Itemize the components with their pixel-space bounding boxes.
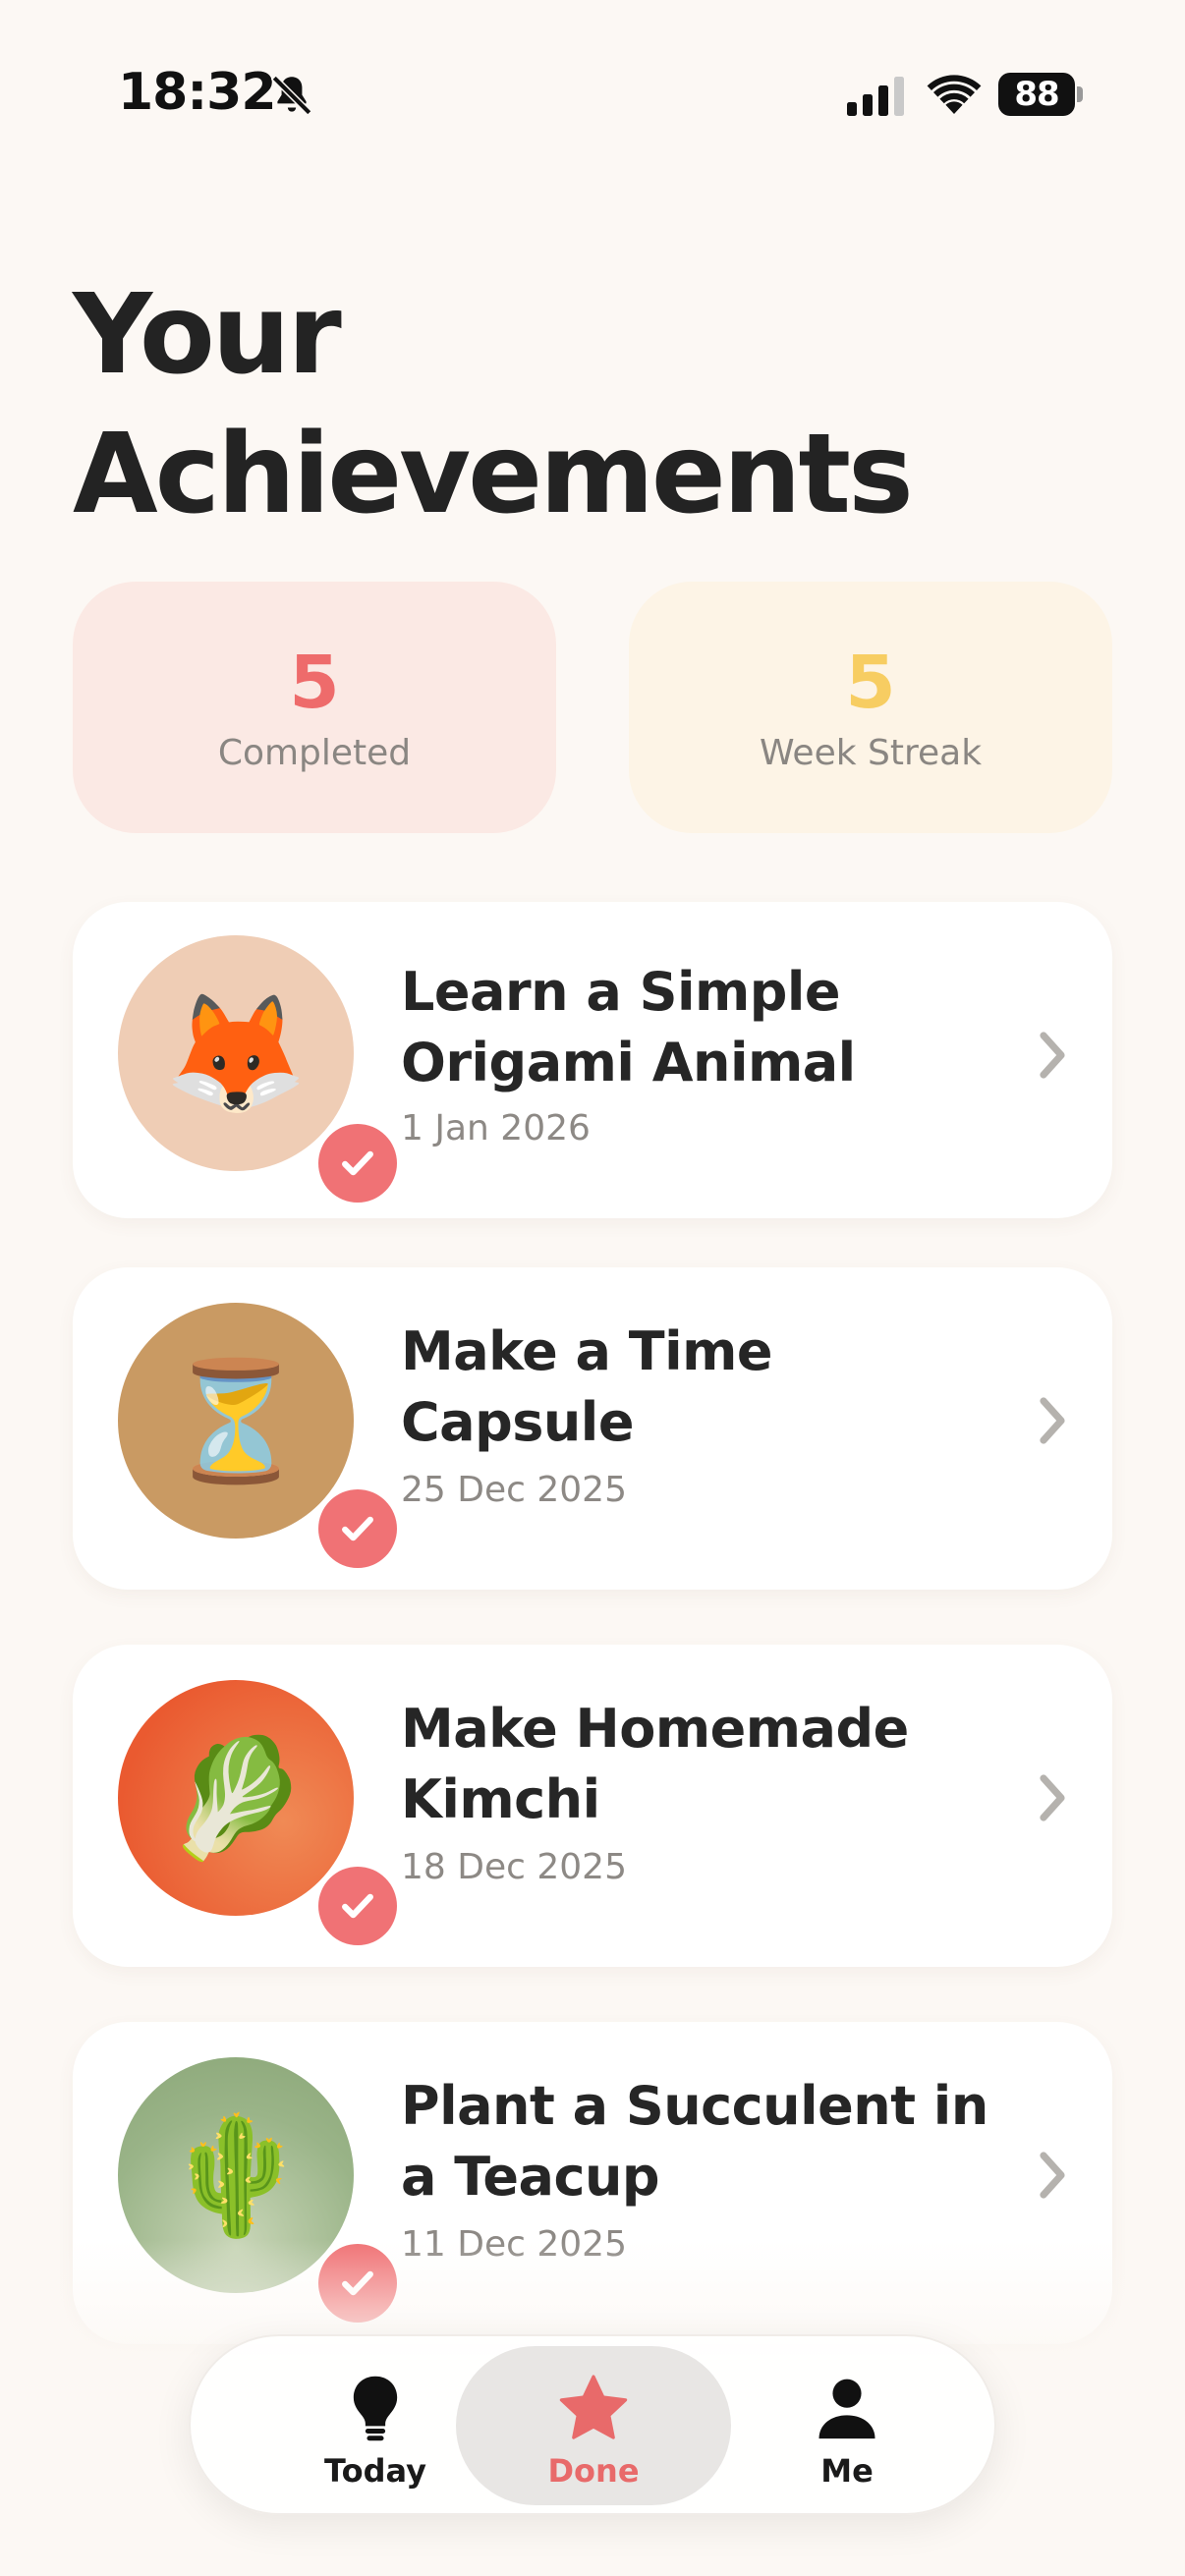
tab-done[interactable]: Done (456, 2346, 731, 2505)
battery-indicator: 88 (998, 73, 1083, 116)
wifi-icon (927, 75, 982, 114)
battery-level: 88 (998, 73, 1075, 116)
status-bar: 18:32 88 (0, 0, 1185, 196)
chevron-right-icon (1040, 1774, 1065, 1821)
tab-bar: Today Done Me (189, 2334, 996, 2515)
week-streak-count: 5 (845, 641, 896, 725)
bell-muted-icon (270, 74, 313, 117)
status-time: 18:32 (118, 63, 277, 122)
page-title: Your Achievements (73, 265, 1055, 544)
week-streak-label: Week Streak (759, 733, 983, 773)
page-title-line1: Your (73, 271, 342, 399)
completed-stat-card: 5 Completed (73, 582, 556, 833)
achievement-date: 18 Dec 2025 (401, 1847, 627, 1887)
battery-tip (1077, 86, 1083, 102)
achievement-avatar: ⏳ (118, 1303, 397, 1568)
completed-label: Completed (217, 733, 412, 773)
tab-me[interactable]: Me (709, 2346, 985, 2505)
achievement-card-time-capsule[interactable]: ⏳ Make a Time Capsule 25 Dec 2025 (73, 1267, 1112, 1590)
achievement-date: 25 Dec 2025 (401, 1470, 627, 1510)
page-title-line2: Achievements (73, 411, 914, 538)
star-icon (559, 2375, 628, 2439)
completed-check-icon (318, 1867, 397, 1945)
achievement-card-origami[interactable]: 🦊 Learn a Simple Origami Animal 1 Jan 20… (73, 902, 1112, 1218)
fox-icon: 🦊 (163, 985, 309, 1121)
tab-done-label: Done (547, 2452, 640, 2490)
chevron-right-icon (1040, 1397, 1065, 1444)
chevron-right-icon (1040, 1032, 1065, 1079)
achievement-title: Make a Time Capsule (401, 1320, 773, 1453)
achievement-title: Make Homemade Kimchi (401, 1698, 909, 1830)
achievements-screen: 18:32 88 Your Achievements 5 Completed 5… (0, 0, 1185, 2576)
achievement-card-kimchi[interactable]: 🥬 Make Homemade Kimchi 18 Dec 2025 (73, 1645, 1112, 1967)
tab-me-label: Me (820, 2452, 874, 2490)
hourglass-icon: ⏳ (163, 1353, 309, 1488)
achievement-date: 1 Jan 2026 (401, 1108, 591, 1148)
achievement-avatar: 🥬 (118, 1680, 397, 1945)
lightbulb-icon (353, 2376, 398, 2441)
cellular-signal-icon (847, 77, 904, 116)
completed-count: 5 (289, 641, 340, 725)
cactus-icon: 🌵 (163, 2107, 309, 2243)
achievement-avatar: 🦊 (118, 935, 397, 1203)
achievement-title: Plant a Succulent in a Teacup (401, 2075, 988, 2208)
week-streak-stat-card: 5 Week Streak (629, 582, 1112, 833)
completed-check-icon (318, 1124, 397, 1203)
person-icon (818, 2379, 875, 2439)
achievement-title: Learn a Simple Origami Animal (401, 961, 856, 1093)
chevron-right-icon (1040, 2152, 1065, 2199)
completed-check-icon (318, 1489, 397, 1568)
leafy-green-icon: 🥬 (163, 1730, 309, 1866)
